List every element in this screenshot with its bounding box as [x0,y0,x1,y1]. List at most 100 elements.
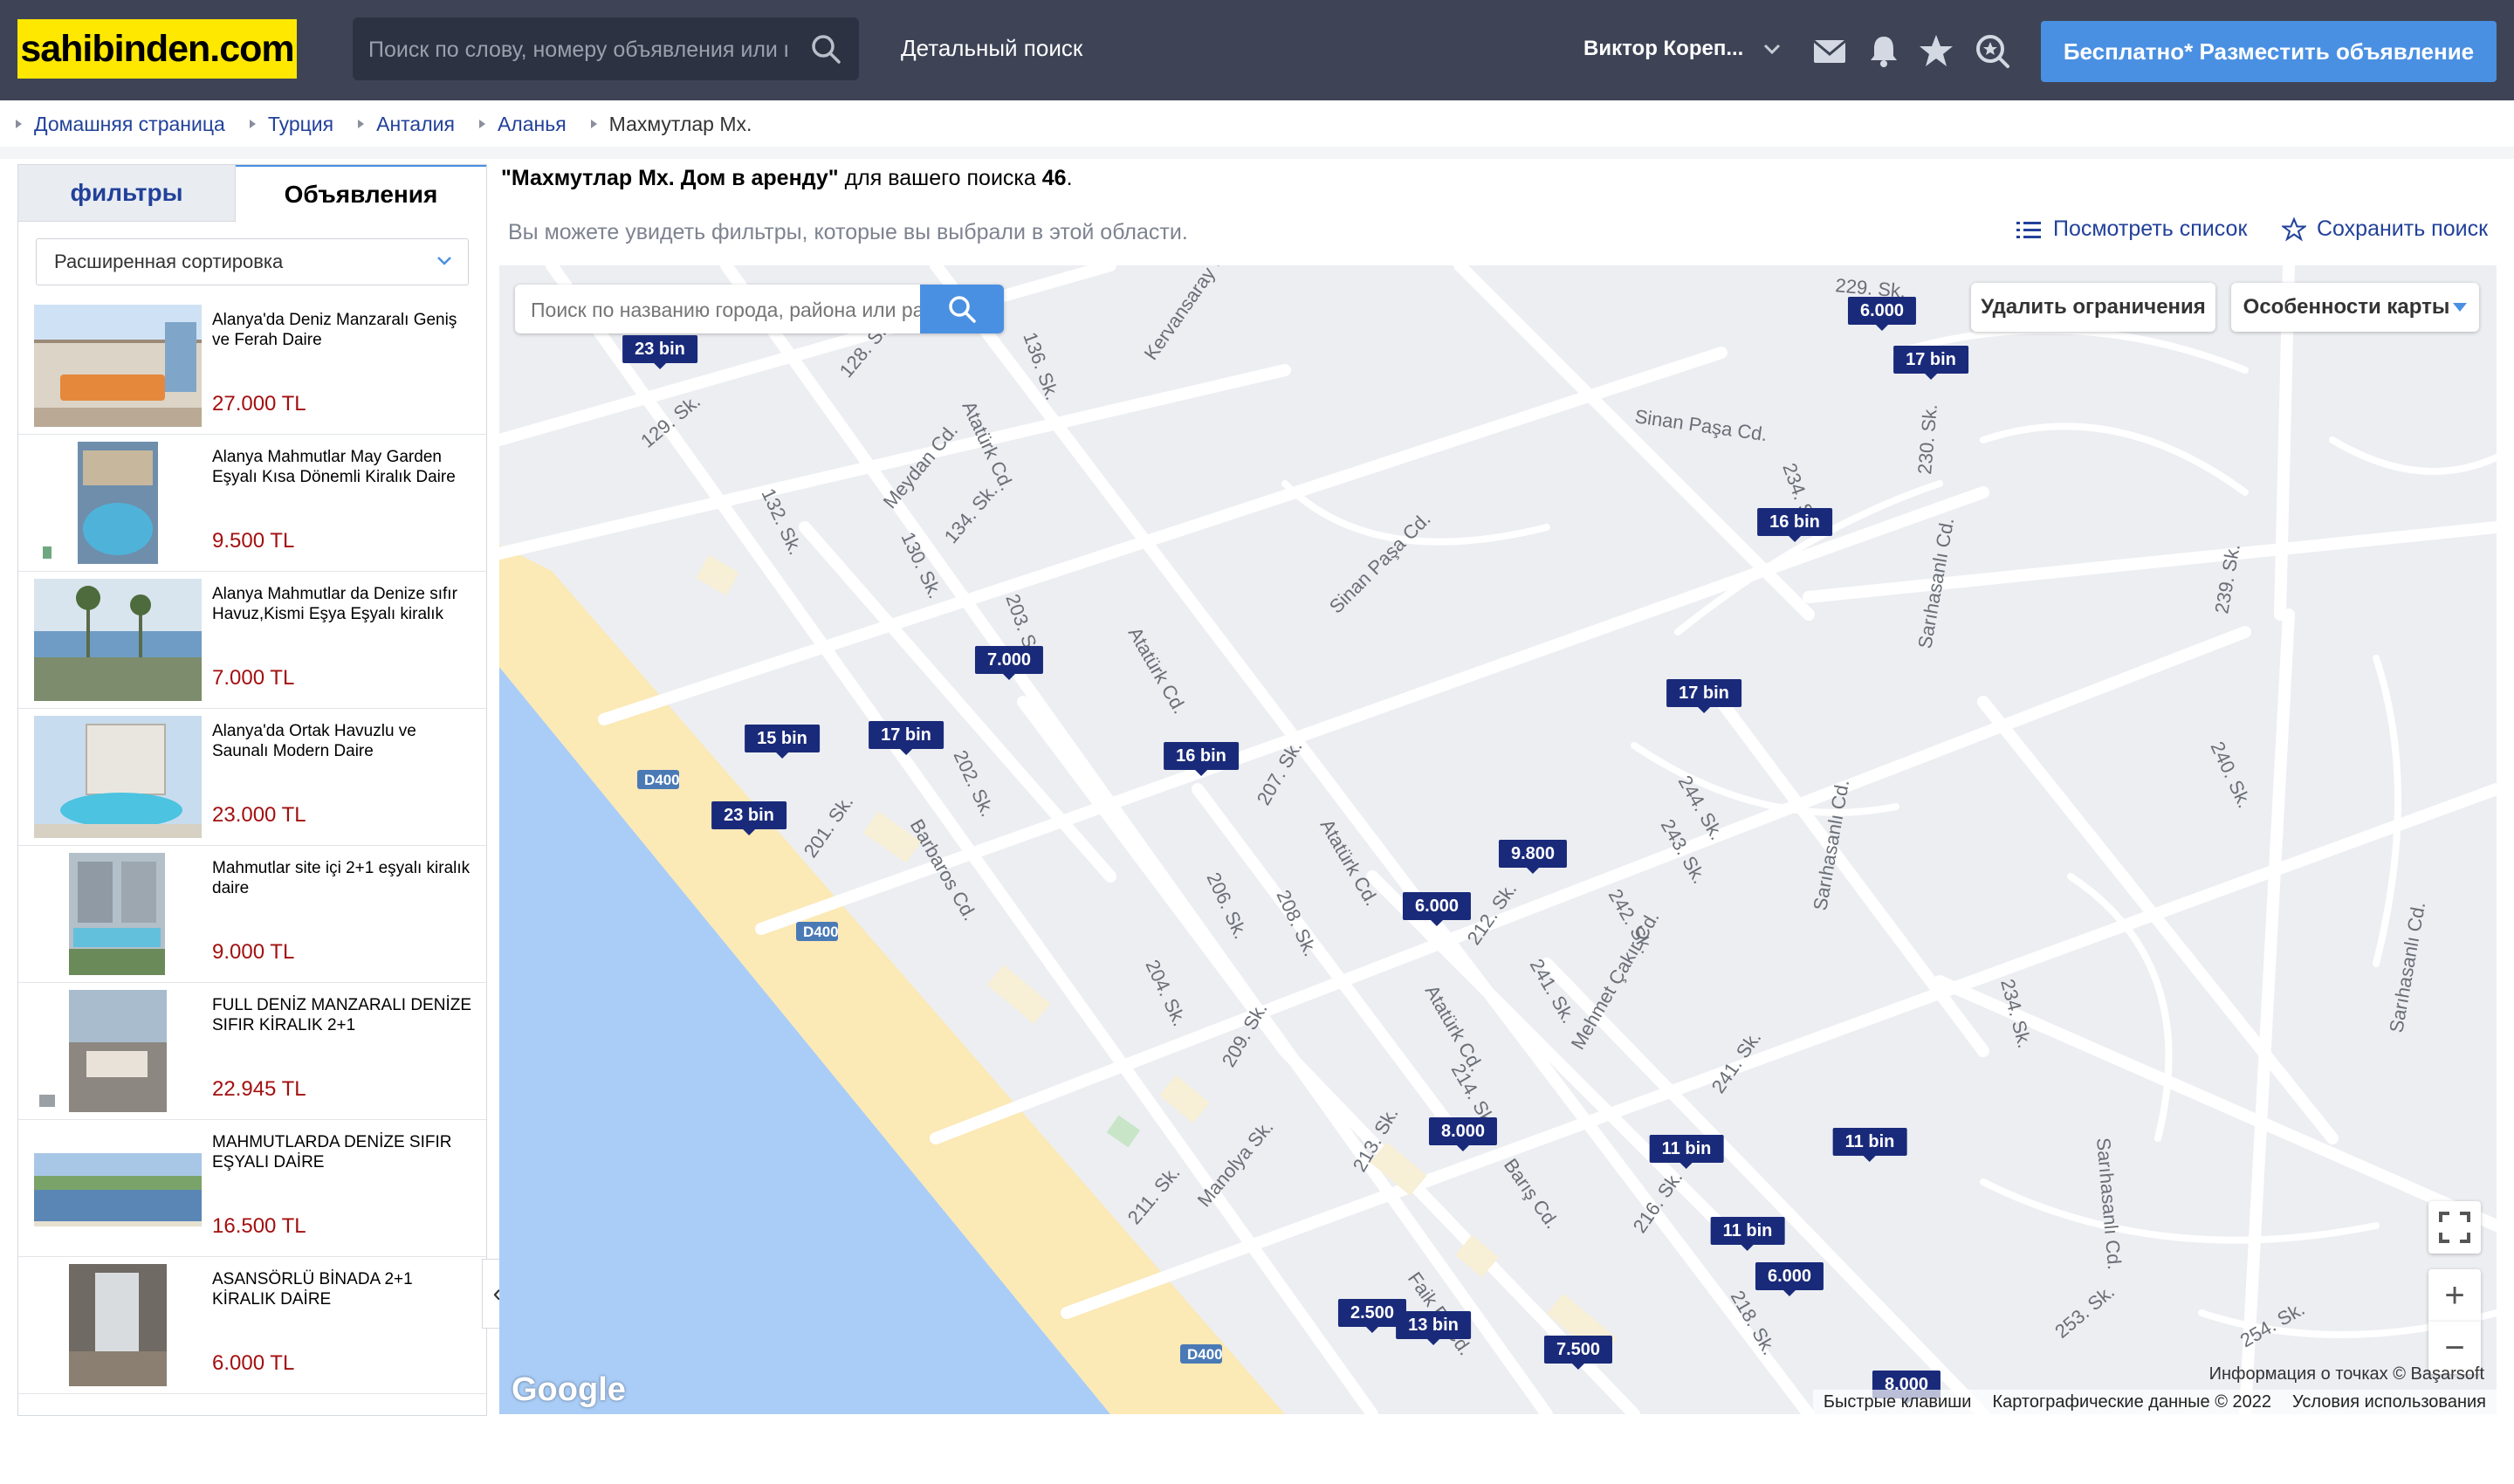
listing-price: 22.945 TL [212,1077,306,1101]
map-search[interactable] [515,285,1004,335]
price-pin[interactable]: 23 bin [622,335,697,369]
results-hint: Вы можете увидеть фильтры, которые вы вы… [508,220,1188,244]
caret-icon [249,120,256,128]
remove-limits-button[interactable]: Удалить ограничения [1971,283,2215,332]
listing-photo[interactable] [34,442,202,564]
user-menu[interactable]: Виктор Кореп... [1583,37,1743,61]
fullscreen-button[interactable] [2428,1201,2481,1254]
breadcrumb-label[interactable]: Домашняя страница [34,113,225,136]
detailed-search-link[interactable]: Детальный поиск [901,35,1082,62]
breadcrumb-item[interactable]: Турция [249,113,333,136]
price-pin[interactable]: 16 bin [1757,508,1832,542]
star-outline-icon [2282,216,2306,242]
view-list-link[interactable]: Посмотреть список [2016,216,2247,242]
header-search-input[interactable] [367,17,789,82]
listing-title[interactable]: Alanya'da Deniz Manzaralı Geniş ve Ferah… [212,310,474,350]
list-item[interactable]: ASANSÖRLÜ BİNADA 2+1 KİRALIK DAİRE 6.000… [18,1257,486,1394]
listing-photo[interactable] [34,990,202,1112]
mail-icon[interactable] [1810,31,1849,70]
breadcrumb-label[interactable]: Аланья [498,113,567,136]
price-pin[interactable]: 8.000 [1428,1117,1498,1151]
caret-icon [590,120,597,128]
listing-title[interactable]: FULL DENİZ MANZARALI DENİZE SIFIR KİRALI… [212,995,474,1035]
listing-price: 6.000 TL [212,1351,295,1375]
listing-title[interactable]: Alanya'da Ortak Havuzlu ve Saunalı Moder… [212,721,474,761]
listing-title[interactable]: MAHMUTLARDA DENİZE SIFIR EŞYALI DAİRE [212,1132,474,1172]
highway-label: D400 [803,924,839,940]
listing-photo[interactable] [34,1264,202,1386]
saved-search-icon[interactable] [1973,31,2011,70]
list-item[interactable]: Alanya'da Deniz Manzaralı Geniş ve Ferah… [18,298,486,435]
price-pin[interactable]: 17 bin [1666,679,1741,713]
price-pin[interactable]: 6.000 [1402,892,1472,926]
breadcrumb-label[interactable]: Турция [268,113,333,136]
listing-price: 9.000 TL [212,940,295,964]
search-icon[interactable] [810,33,841,65]
breadcrumb-item[interactable]: Домашняя страница [16,113,225,136]
map-canvas[interactable]: D400 D400 D400 Kervansaray Cd. Atatürk C… [499,265,2497,1414]
listing-photo[interactable] [34,716,202,838]
zoom-in-button[interactable]: + [2428,1269,2481,1322]
price-pin[interactable]: 17 bin [1893,346,1968,380]
site-logo[interactable]: sahibinden.com [17,19,297,79]
breadcrumb-item-current: Махмутлар Мх. [590,113,752,136]
post-listing-button[interactable]: Бесплатно* Разместить объявление [2041,21,2497,82]
price-pin[interactable]: 7.000 [974,646,1044,680]
star-icon[interactable] [1917,31,1955,70]
breadcrumb-label[interactable]: Анталия [376,113,455,136]
price-pin[interactable]: 11 bin [1832,1128,1907,1162]
listing-title[interactable]: ASANSÖRLÜ BİNADA 2+1 KİRALIK DAİRE [212,1269,474,1309]
list-item[interactable]: MAHMUTLARDA DENİZE SIFIR EŞYALI DAİRE 16… [18,1120,486,1257]
breadcrumb-item[interactable]: Анталия [358,113,455,136]
listing-panel: фильтры Объявления Расширенная сортировк… [17,164,487,1416]
map-search-input[interactable] [529,285,934,335]
listing-photo[interactable] [34,853,202,975]
listing-title[interactable]: Alanya Mahmutlar da Denize sıfır Havuz,K… [212,584,474,624]
sort-select[interactable]: Расширенная сортировка [36,238,469,285]
terms-link[interactable]: Условия использования [2292,1392,2486,1412]
view-list-label[interactable]: Посмотреть список [2053,216,2247,242]
tab-listings[interactable]: Объявления [236,165,486,223]
breadcrumb: Домашняя страница Турция Анталия Аланья … [16,112,776,136]
chevron-down-icon[interactable] [1762,38,1782,59]
breadcrumb-item[interactable]: Аланья [478,113,567,136]
results-query: "Махмутлар Мх. Дом в аренду" [501,166,839,190]
fullscreen-icon [2439,1212,2470,1243]
listing-photo[interactable] [34,305,202,427]
listing-price: 7.000 TL [212,666,295,690]
map-features-button[interactable]: Особенности карты [2231,283,2479,332]
list-item[interactable]: FULL DENİZ MANZARALI DENİZE SIFIR KİRALI… [18,983,486,1120]
listing-title[interactable]: Mahmutlar site içi 2+1 eşyalı kiralık da… [212,858,474,898]
price-pin[interactable]: 17 bin [869,721,944,755]
sort-label: Расширенная сортировка [54,251,284,272]
list-item[interactable]: Mahmutlar site içi 2+1 eşyalı kiralık da… [18,846,486,983]
map-attribution: Информация о точках © Başarsoft [2208,1364,2484,1384]
listing-photo[interactable] [34,1127,202,1249]
map-search-button[interactable] [920,285,1004,333]
list-item[interactable]: Alanya'da Ortak Havuzlu ve Saunalı Moder… [18,709,486,846]
map[interactable]: D400 D400 D400 Kervansaray Cd. Atatürk C… [499,265,2497,1414]
map-features-label: Особенности карты [2243,295,2450,319]
price-pin[interactable]: 6.000 [1847,297,1917,331]
price-pin[interactable]: 23 bin [711,801,786,835]
price-pin[interactable]: 11 bin [1649,1135,1724,1169]
price-pin[interactable]: 13 bin [1396,1311,1471,1345]
save-search-label[interactable]: Сохранить поиск [2317,216,2488,242]
tab-filters[interactable]: фильтры [18,165,236,222]
price-pin[interactable]: 7.500 [1543,1336,1613,1370]
list-item[interactable]: Alanya Mahmutlar May Garden Eşyalı Kısa … [18,435,486,572]
price-pin[interactable]: 11 bin [1710,1217,1785,1251]
header-search[interactable] [353,17,859,82]
keyboard-shortcuts-link[interactable]: Быстрые клавиши [1824,1392,1972,1412]
listing-photo[interactable] [34,579,202,701]
price-pin[interactable]: 9.800 [1498,840,1568,874]
bell-icon[interactable] [1865,31,1903,70]
price-pin[interactable]: 15 bin [745,725,820,759]
price-pin[interactable]: 6.000 [1755,1262,1824,1296]
save-search-link[interactable]: Сохранить поиск [2282,216,2488,242]
listing-title[interactable]: Alanya Mahmutlar May Garden Eşyalı Kısa … [212,447,474,487]
divider [0,147,2514,159]
price-pin[interactable]: 16 bin [1164,742,1239,776]
highway-label: D400 [644,772,680,788]
list-item[interactable]: Alanya Mahmutlar da Denize sıfır Havuz,K… [18,572,486,709]
